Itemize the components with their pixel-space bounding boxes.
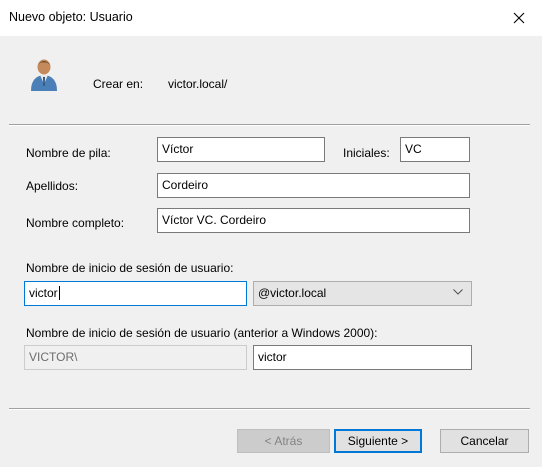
logon-name-value: victor (29, 286, 58, 300)
pre2000-logon-field[interactable]: victor (253, 345, 472, 370)
full-name-label: Nombre completo: (26, 216, 125, 230)
crear-en-value: victor.local/ (168, 77, 228, 91)
title-bar: Nuevo objeto: Usuario (0, 0, 542, 36)
last-name-label: Apellidos: (26, 179, 79, 193)
initials-label: Iniciales: (343, 146, 390, 160)
close-icon (513, 12, 525, 24)
dialog-body: Crear en: victor.local/ Nombre de pila: … (0, 36, 542, 467)
full-name-field[interactable]: Víctor VC. Cordeiro (157, 208, 470, 233)
chevron-down-icon (453, 289, 463, 295)
separator (9, 124, 530, 126)
back-button[interactable]: < Atrás (237, 429, 330, 453)
pre2000-logon-label: Nombre de inicio de sesión de usuario (a… (26, 326, 378, 340)
user-icon (31, 59, 57, 91)
logon-name-label: Nombre de inicio de sesión de usuario: (26, 261, 234, 275)
crear-en-label: Crear en: (93, 77, 144, 91)
last-name-field[interactable]: Cordeiro (157, 173, 470, 198)
first-name-label: Nombre de pila: (26, 146, 111, 160)
logon-name-field[interactable]: victor (24, 281, 247, 306)
domain-suffix-value: @victor.local (258, 286, 327, 300)
pre2000-domain-prefix-field: VICTOR\ (24, 345, 247, 370)
close-button[interactable] (496, 0, 542, 36)
separator (9, 408, 530, 410)
window-title: Nuevo objeto: Usuario (9, 10, 133, 24)
text-caret (58, 286, 60, 300)
first-name-field[interactable]: Víctor (157, 137, 325, 162)
next-button[interactable]: Siguiente > (334, 429, 422, 453)
cancel-button[interactable]: Cancelar (440, 429, 529, 453)
initials-field[interactable]: VC (400, 137, 470, 162)
domain-suffix-dropdown[interactable]: @victor.local (253, 281, 472, 306)
